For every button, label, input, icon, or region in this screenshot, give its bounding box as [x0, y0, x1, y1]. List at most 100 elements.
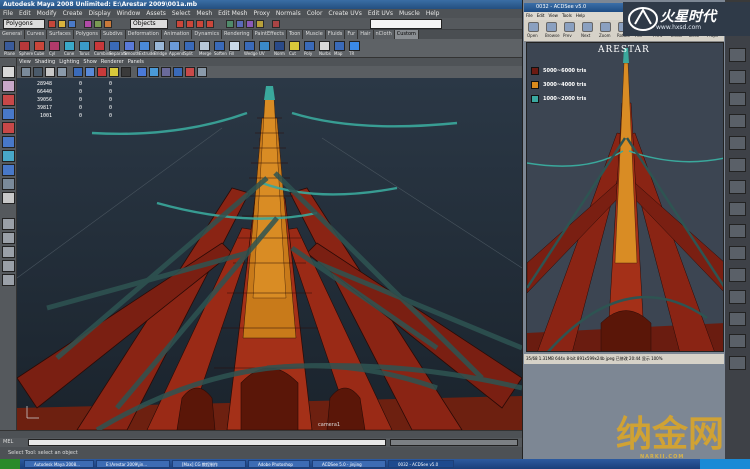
shelf-sphere-icon[interactable] [19, 41, 30, 51]
shelf-extrude-icon[interactable] [139, 41, 150, 51]
shelf-tab-ncloth[interactable]: nCloth [373, 30, 395, 39]
shelf-tab-muscle[interactable]: Muscle [303, 30, 326, 39]
maya-menu-item-0[interactable]: File [3, 10, 13, 17]
snap-plane-icon[interactable] [206, 20, 214, 28]
shelf-tab-animation[interactable]: Animation [161, 30, 193, 39]
acdsee-menu-item-0[interactable]: File [526, 13, 533, 18]
layout-four-icon[interactable] [2, 232, 15, 244]
acdsee-tool-open-icon[interactable] [528, 22, 539, 32]
shelf-cone-icon[interactable] [64, 41, 75, 51]
viewport-menu-item-1[interactable]: Shading [35, 59, 55, 65]
lasso-tool-icon[interactable] [2, 80, 15, 92]
taskbar-button[interactable]: Adobe Photoshop [248, 460, 310, 468]
new-scene-icon[interactable] [48, 20, 56, 28]
maya-menu-item-4[interactable]: Display [89, 10, 111, 17]
shelf-tab-general[interactable]: General [0, 30, 25, 39]
side-tool-icon[interactable] [729, 356, 746, 370]
shelf-bridge-icon[interactable] [154, 41, 165, 51]
side-tool-icon[interactable] [729, 312, 746, 326]
select-hierarchy-icon[interactable] [84, 20, 92, 28]
maya-menu-item-3[interactable]: Create [63, 10, 83, 17]
shelf-merge-icon[interactable] [199, 41, 210, 51]
shelf-torus-icon[interactable] [79, 41, 90, 51]
quick-select-field[interactable] [370, 19, 442, 29]
shelf-plane-icon[interactable] [4, 41, 15, 51]
objects-combo[interactable]: Objects [130, 19, 168, 29]
maya-menu-item-1[interactable]: Edit [19, 10, 31, 17]
maya-menu-item-2[interactable]: Modify [37, 10, 57, 17]
maya-menu-item-14[interactable]: Edit UVs [368, 10, 393, 17]
shelf-tab-subdivs[interactable]: Subdivs [101, 30, 126, 39]
move-tool-icon[interactable] [2, 108, 15, 120]
side-tool-icon[interactable] [729, 224, 746, 238]
shelf-cut-icon[interactable] [289, 41, 300, 51]
shelf-normals-icon[interactable] [274, 41, 285, 51]
taskbar-button[interactable]: ACDSee 5.0 - jinjing [312, 460, 386, 468]
viewport-menu-item-2[interactable]: Lighting [59, 59, 79, 65]
open-scene-icon[interactable] [58, 20, 66, 28]
acdsee-menu-item-4[interactable]: Help [576, 13, 585, 18]
shelf-tab-surfaces[interactable]: Surfaces [47, 30, 74, 39]
acdsee-menu-item-2[interactable]: View [548, 13, 558, 18]
image-plane-icon[interactable] [45, 67, 55, 77]
resolution-gate-icon[interactable] [161, 67, 171, 77]
shelf-cylinder-icon[interactable] [49, 41, 60, 51]
safe-action-icon[interactable] [197, 67, 207, 77]
acdsee-menu-item-1[interactable]: Edit [537, 13, 545, 18]
shelf-tab-toon[interactable]: Toon [286, 30, 304, 39]
last-tool-icon[interactable] [2, 192, 15, 204]
acdsee-tool-browse-icon[interactable] [546, 22, 557, 32]
side-tool-icon[interactable] [729, 334, 746, 348]
maya-menu-item-8[interactable]: Mesh [196, 10, 212, 17]
film-gate-icon[interactable] [173, 67, 183, 77]
shelf-tab-polygons[interactable]: Polygons [73, 30, 101, 39]
render-settings-icon[interactable] [256, 20, 264, 28]
manipulator-icon[interactable] [2, 150, 15, 162]
maya-menu-item-16[interactable]: Help [426, 10, 440, 17]
acdsee-menu-item-3[interactable]: Tools [562, 13, 572, 18]
maya-menu-item-13[interactable]: Create UVs [328, 10, 361, 17]
side-tool-icon[interactable] [729, 70, 746, 84]
shelf-tab-dynamics[interactable]: Dynamics [192, 30, 223, 39]
acdsee-tool-zoom-icon[interactable] [600, 22, 611, 32]
side-tool-icon[interactable] [729, 48, 746, 62]
shelf-tab-curves[interactable]: Curves [24, 30, 48, 39]
select-object-icon[interactable] [94, 20, 102, 28]
ipr-render-icon[interactable] [246, 20, 254, 28]
field-chart-icon[interactable] [185, 67, 195, 77]
layout-outliner-icon[interactable] [2, 260, 15, 272]
isolate-icon[interactable] [149, 67, 159, 77]
rotate-tool-icon[interactable] [2, 122, 15, 134]
side-tool-icon[interactable] [729, 290, 746, 304]
wireframe-icon[interactable] [73, 67, 83, 77]
maya-menu-item-12[interactable]: Color [307, 10, 323, 17]
shelf-nurbs-icon[interactable] [319, 41, 330, 51]
side-tool-icon[interactable] [729, 268, 746, 282]
shelf-separate-icon[interactable] [109, 41, 120, 51]
side-tool-icon[interactable] [729, 92, 746, 106]
acdsee-tool-next-icon[interactable] [582, 22, 593, 32]
shelf-uv-icon[interactable] [259, 41, 270, 51]
soft-mod-icon[interactable] [2, 164, 15, 176]
input-line-icon[interactable] [272, 20, 280, 28]
maya-menu-item-6[interactable]: Assets [146, 10, 166, 17]
snap-point-icon[interactable] [196, 20, 204, 28]
snap-grid-icon[interactable] [176, 20, 184, 28]
side-tool-icon[interactable] [729, 246, 746, 260]
time-slider[interactable] [0, 430, 522, 438]
shelf-combine-icon[interactable] [94, 41, 105, 51]
shelf-tab-deformation[interactable]: Deformation [125, 30, 162, 39]
side-tool-icon[interactable] [729, 180, 746, 194]
camera-attr-icon[interactable] [21, 67, 31, 77]
shelf-split-icon[interactable] [184, 41, 195, 51]
viewport-menu-item-0[interactable]: View [19, 59, 31, 65]
side-tool-icon[interactable] [729, 158, 746, 172]
side-tool-icon[interactable] [729, 114, 746, 128]
layout-single-icon[interactable] [2, 218, 15, 230]
select-component-icon[interactable] [104, 20, 112, 28]
shelf-fill-icon[interactable] [229, 41, 240, 51]
maya-menu-item-9[interactable]: Edit Mesh [218, 10, 247, 17]
viewport-menu-item-3[interactable]: Show [83, 59, 97, 65]
lights-icon[interactable] [109, 67, 119, 77]
bookmark-icon[interactable] [33, 67, 43, 77]
